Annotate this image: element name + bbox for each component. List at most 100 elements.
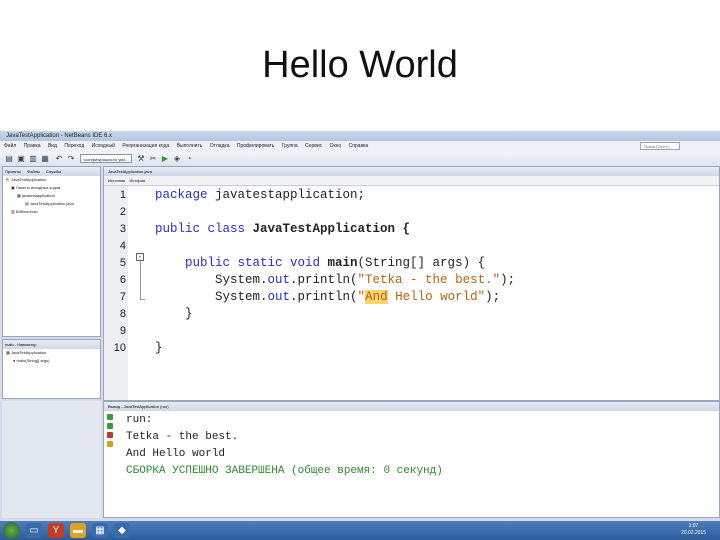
menu-refactor[interactable]: Реорганизация кода xyxy=(122,143,169,149)
fold-guide-end xyxy=(140,299,145,300)
menu-navigate[interactable]: Переход xyxy=(64,143,84,149)
code-line-8[interactable]: } xyxy=(185,306,193,323)
clock-time: 1:07 xyxy=(688,523,699,529)
menu-tools[interactable]: Сервис xyxy=(305,143,322,149)
line-number: 7 xyxy=(119,291,126,303)
navigator-panel: main - Навигатор ▦ JavaTestApplication ●… xyxy=(2,339,101,399)
line-number: 10 xyxy=(113,342,126,354)
fold-margin: - xyxy=(128,186,148,400)
tree-source-label: Пакеты исходных кодов xyxy=(15,185,61,190)
tab-java-file[interactable]: JavaTestApplication.java xyxy=(108,169,152,174)
string-literal: "Tetka - the best." xyxy=(357,273,501,287)
debug-icon[interactable]: ◈ xyxy=(172,154,182,164)
tree-libraries[interactable]: ▥ Библиотеки xyxy=(3,208,100,216)
menu-run[interactable]: Выполнить xyxy=(177,143,203,149)
profile-icon[interactable]: ◔ xyxy=(184,154,194,164)
open-project-icon[interactable]: ▥ xyxy=(28,154,38,164)
slide-title: Hello World xyxy=(262,44,458,86)
build-icon[interactable]: ⚒ xyxy=(136,154,146,164)
output-line: And Hello world xyxy=(126,448,226,460)
settings-icon[interactable] xyxy=(107,441,113,447)
navigator-tab[interactable]: main - Навигатор xyxy=(3,340,100,349)
tree-project[interactable]: ☕ JavaTestApplication xyxy=(3,176,100,184)
menu-file[interactable]: Файл xyxy=(4,143,16,149)
netbeans-taskbar-icon[interactable]: ◆ xyxy=(114,523,130,538)
code-line-6[interactable]: System.out.println("Tetka - the best."); xyxy=(215,272,515,289)
fold-guide xyxy=(140,261,141,299)
main-toolbar: ▤ ▣ ▥ ▦ ↶ ↷ <конфигурация по умо... ⚒ ✂ … xyxy=(0,152,720,166)
source-view-tab[interactable]: Источник xyxy=(108,178,125,183)
save-icon[interactable]: ▦ xyxy=(40,154,50,164)
line-number: 8 xyxy=(119,308,126,320)
nav-method-label: main(String[] args) xyxy=(16,358,50,363)
app-taskbar-icon[interactable]: ▦ xyxy=(92,523,108,538)
new-file-icon[interactable]: ▤ xyxy=(4,154,14,164)
menu-debug[interactable]: Отладка xyxy=(210,143,230,149)
menu-team[interactable]: Группа xyxy=(282,143,298,149)
field-name: out xyxy=(267,290,291,304)
tree-project-label: JavaTestApplication xyxy=(11,177,47,182)
keyword: public class xyxy=(155,222,246,236)
editor-tabs: JavaTestApplication.java xyxy=(104,167,719,176)
windows-taskbar: ▭ Y ▬ ▦ ◆ 1:07 20.02.2015 xyxy=(0,521,720,540)
folder-taskbar-icon[interactable]: ▬ xyxy=(70,523,86,538)
tab-files[interactable]: Файлы xyxy=(27,169,40,174)
build-success-line: СБОРКА УСПЕШНО ЗАВЕРШЕНА (общее время: 0… xyxy=(126,465,443,477)
nav-method[interactable]: ● main(String[] args) xyxy=(3,357,100,365)
tree-package[interactable]: ▦ javatestapplication xyxy=(3,192,100,200)
line-number: 3 xyxy=(119,223,126,235)
stop-icon[interactable] xyxy=(107,432,113,438)
search-input[interactable]: Поиск (Ctrl+I) xyxy=(640,142,680,150)
code-line-7[interactable]: System.out.println("And Hello world"); xyxy=(215,289,500,306)
output-tab[interactable]: Вывод - JavaTestApplication (run) xyxy=(104,402,719,411)
nav-class-label: JavaTestApplication xyxy=(10,350,47,355)
code-line-10[interactable]: } xyxy=(155,340,163,357)
code-text: .println( xyxy=(290,290,358,304)
method-name: main xyxy=(320,256,358,270)
tree-file-label: JavaTestApplication.java xyxy=(29,201,74,206)
menu-edit[interactable]: Правка xyxy=(24,143,41,149)
code-text: ); xyxy=(485,290,501,304)
tab-services[interactable]: Службы xyxy=(46,169,61,174)
editor-toolbar: Источник История xyxy=(104,176,719,186)
menu-view[interactable]: Вид xyxy=(48,143,57,149)
run-icon[interactable]: ▶ xyxy=(160,154,170,164)
line-number: 4 xyxy=(119,240,126,252)
output-panel: Вывод - JavaTestApplication (run) run: T… xyxy=(103,401,720,518)
code-line-3[interactable]: public class JavaTestApplication { xyxy=(155,221,410,238)
code-text: javatestapplication; xyxy=(207,188,366,202)
rerun-icon[interactable] xyxy=(107,423,113,429)
string-literal: Hello world" xyxy=(387,290,486,304)
menu-source[interactable]: Исходный xyxy=(92,143,115,149)
output-line: run: xyxy=(126,414,153,426)
fold-toggle-icon[interactable]: - xyxy=(136,253,144,261)
code-text: System. xyxy=(215,290,268,304)
code-line-5[interactable]: public static void main(String[] args) { xyxy=(185,255,485,272)
menu-profile[interactable]: Профилировать xyxy=(237,143,275,149)
line-number: 9 xyxy=(119,325,126,337)
tab-projects[interactable]: Проекты xyxy=(5,169,21,174)
redo-icon[interactable]: ↷ xyxy=(66,154,76,164)
history-view-tab[interactable]: История xyxy=(130,178,146,183)
rerun-icon[interactable] xyxy=(107,414,113,420)
start-button-icon[interactable] xyxy=(3,522,20,539)
code-text: (String[] args) { xyxy=(357,256,486,270)
menu-window[interactable]: Окно xyxy=(330,143,342,149)
tree-java-file[interactable]: ▤ JavaTestApplication.java xyxy=(3,200,100,208)
code-text: System. xyxy=(215,273,268,287)
tree-source-packages[interactable]: ▣ Пакеты исходных кодов xyxy=(3,184,100,192)
projects-tabs: Проекты Файлы Службы xyxy=(3,167,100,176)
window-title: JavaTestApplication - NetBeans IDE 6.x xyxy=(0,131,720,141)
new-project-icon[interactable]: ▣ xyxy=(16,154,26,164)
nav-class[interactable]: ▦ JavaTestApplication xyxy=(3,349,100,357)
menu-bar: Файл Правка Вид Переход Исходный Реорган… xyxy=(0,141,720,152)
config-select[interactable]: <конфигурация по умо... xyxy=(80,154,132,163)
code-text: .println( xyxy=(290,273,358,287)
code-line-1[interactable]: package javatestapplication; xyxy=(155,187,365,204)
clean-build-icon[interactable]: ✂ xyxy=(148,154,158,164)
yandex-taskbar-icon[interactable]: Y xyxy=(48,523,64,538)
taskbar-clock[interactable]: 1:07 20.02.2015 xyxy=(681,523,706,537)
undo-icon[interactable]: ↶ xyxy=(54,154,64,164)
explorer-taskbar-icon[interactable]: ▭ xyxy=(26,523,42,538)
menu-help[interactable]: Справка xyxy=(349,143,369,149)
